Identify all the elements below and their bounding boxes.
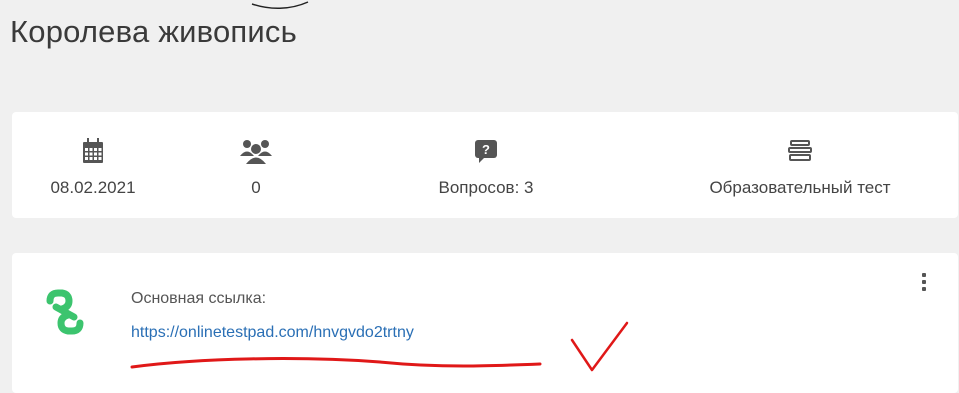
stat-test-type-label: Образовательный тест: [709, 178, 891, 197]
more-vertical-icon[interactable]: [917, 273, 931, 297]
svg-text:?: ?: [482, 142, 490, 157]
stat-participants-label: 0: [251, 178, 261, 197]
link-label: Основная ссылка:: [131, 290, 267, 307]
question-icon: ?: [396, 130, 576, 164]
stat-date: 08.02.2021: [33, 130, 153, 198]
stat-date-label: 08.02.2021: [50, 178, 136, 197]
stat-questions-label: Вопросов: 3: [438, 178, 534, 197]
primary-link-url[interactable]: https://onlinetestpad.com/hnvgvdo2trtny: [131, 324, 414, 342]
annotation-scribble: [251, 1, 309, 9]
stat-test-type: Образовательный тест: [680, 130, 920, 198]
calendar-icon: [33, 130, 153, 164]
books-icon: [680, 130, 920, 164]
test-stats-card: 08.02.2021 0 ? Вопросов: 3 Образовательн…: [12, 112, 958, 218]
stat-participants: 0: [196, 130, 316, 198]
link-icon: [42, 289, 88, 340]
link-card: Основная ссылка: https://onlinetestpad.c…: [12, 253, 958, 393]
stat-questions: ? Вопросов: 3: [396, 130, 576, 198]
users-icon: [196, 130, 316, 164]
